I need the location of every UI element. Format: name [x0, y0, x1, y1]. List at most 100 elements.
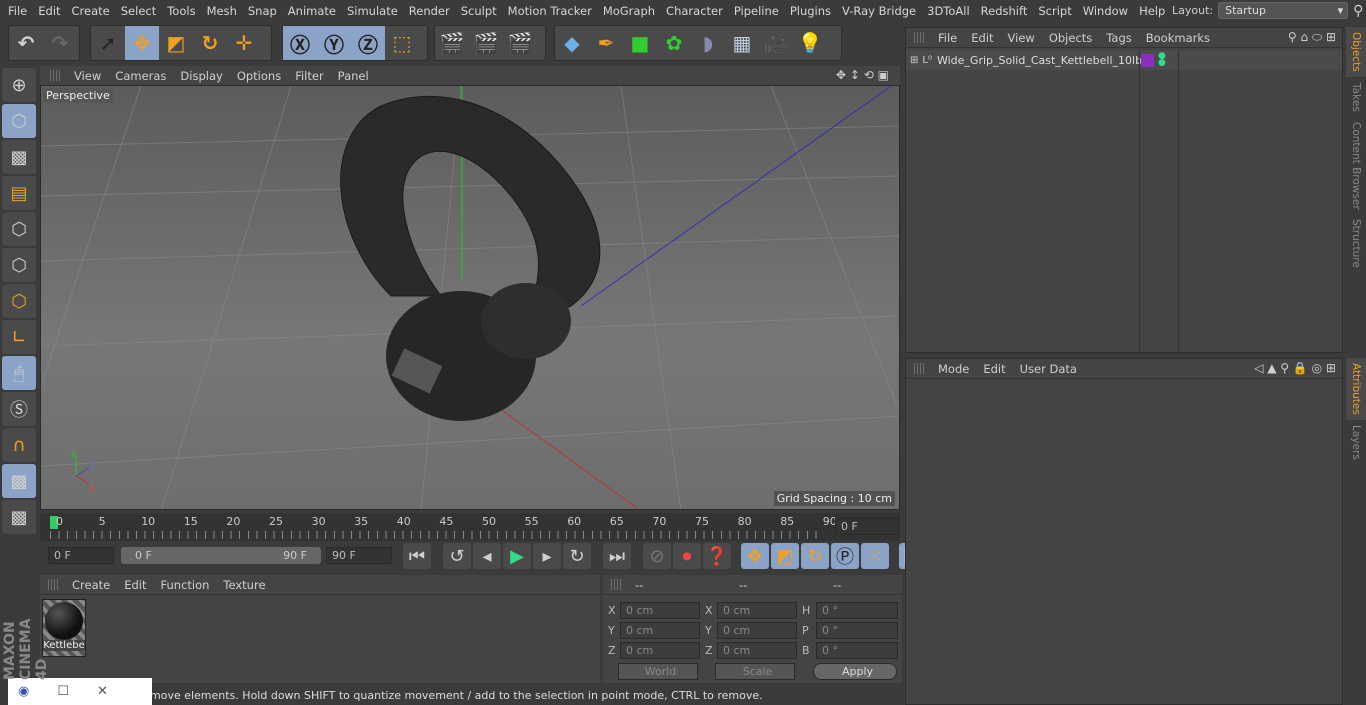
scale-tool-icon[interactable]: ◩: [159, 26, 193, 60]
materials-menu-function[interactable]: Function: [161, 578, 210, 592]
menu-sculpt[interactable]: Sculpt: [457, 4, 504, 18]
menu-edit[interactable]: Edit: [34, 4, 67, 18]
menu-v-ray-bridge[interactable]: V-Ray Bridge: [838, 4, 923, 18]
x-axis-icon[interactable]: Ⓧ: [283, 26, 317, 60]
menu-help[interactable]: Help: [1135, 4, 1172, 18]
undo-icon[interactable]: ↶: [9, 26, 43, 60]
object-row[interactable]: ⊞ L⁰ Wide_Grip_Solid_Cast_Kettlebell_10lb…: [906, 50, 1342, 70]
workplane-icon[interactable]: ▤: [2, 176, 36, 210]
menu-select[interactable]: Select: [117, 4, 163, 18]
menu-create[interactable]: Create: [68, 4, 117, 18]
key-position-icon[interactable]: ✥: [741, 543, 769, 569]
menu-animate[interactable]: Animate: [284, 4, 343, 18]
viewport-menu-panel[interactable]: Panel: [338, 69, 369, 83]
go-to-end-icon[interactable]: ⏭: [603, 543, 631, 569]
menu-window[interactable]: Window: [1079, 4, 1135, 18]
rotate-tool-icon[interactable]: ↻: [193, 26, 227, 60]
object-manager-icons[interactable]: ⚲ ⌂ ⬭ ⊞: [1288, 30, 1336, 45]
current-frame-field[interactable]: 0 F: [835, 518, 899, 535]
menu-simulate[interactable]: Simulate: [343, 4, 405, 18]
objects-menu-objects[interactable]: Objects: [1049, 31, 1092, 45]
menu-mograph[interactable]: MoGraph: [599, 4, 662, 18]
coord-field-z[interactable]: 0 cm: [620, 642, 700, 659]
viewport-menu-view[interactable]: View: [74, 69, 101, 83]
coord-field-y[interactable]: 0 cm: [717, 622, 797, 639]
tab-layers[interactable]: Layers: [1346, 422, 1366, 462]
tab-attributes[interactable]: Attributes: [1346, 358, 1366, 420]
expand-icon[interactable]: ⊞: [910, 55, 918, 66]
cinema4d-app-icon[interactable]: ◉: [18, 684, 29, 699]
model-mode-icon[interactable]: ⬡: [2, 104, 36, 138]
move-tool-icon[interactable]: ✥: [125, 26, 159, 60]
materials-menu-edit[interactable]: Edit: [124, 578, 146, 592]
attributes-menu-edit[interactable]: Edit: [983, 362, 1005, 376]
make-editable-icon[interactable]: ⊕: [2, 68, 36, 102]
objects-menu-view[interactable]: View: [1008, 31, 1035, 45]
tab-objects[interactable]: Objects: [1346, 27, 1366, 77]
key-rotation-icon[interactable]: ↻: [801, 543, 829, 569]
end-frame-field[interactable]: 90 F: [326, 547, 392, 564]
cube-icon[interactable]: ◆: [555, 26, 589, 60]
materials-menu-texture[interactable]: Texture: [223, 578, 265, 592]
viewport-nav-icons[interactable]: ✥ ↕ ⟲ ▣: [836, 68, 889, 82]
menu-render[interactable]: Render: [405, 4, 457, 18]
floor-icon[interactable]: ▦: [725, 26, 759, 60]
transform-tool-icon[interactable]: ✛: [227, 26, 261, 60]
timeline-ruler[interactable]: 0 5 10 15 20 25 30 35 40 45 50 55 60 65 70 75 80 85 90: [40, 513, 900, 541]
viewport-menu-cameras[interactable]: Cameras: [115, 69, 166, 83]
key-parameter-icon[interactable]: Ⓟ: [831, 543, 859, 569]
menu-pipeline[interactable]: Pipeline: [730, 4, 786, 18]
magnet-icon[interactable]: ∩: [2, 428, 36, 462]
select-tool-icon[interactable]: ➚: [91, 26, 125, 60]
snap-icon[interactable]: Ⓢ: [2, 392, 36, 426]
menu-character[interactable]: Character: [662, 4, 730, 18]
z-axis-icon[interactable]: Ⓩ: [351, 26, 385, 60]
play-icon[interactable]: ▶: [503, 543, 531, 569]
record-keys-icon[interactable]: ⊘: [643, 543, 671, 569]
coord-space-dropdown[interactable]: World: [618, 663, 698, 680]
y-axis-icon[interactable]: Ⓨ: [317, 26, 351, 60]
subdivision-icon[interactable]: ■: [623, 26, 657, 60]
render-picture-viewer-icon[interactable]: 🎬: [469, 26, 503, 60]
viewport-menu-display[interactable]: Display: [180, 69, 222, 83]
locked-workplane-icon[interactable]: ▩: [2, 464, 36, 498]
objects-menu-tags[interactable]: Tags: [1106, 31, 1131, 45]
coord-field-h[interactable]: 0 °: [816, 602, 898, 619]
visibility-dots-icon[interactable]: ● ●: [1158, 52, 1166, 68]
apply-button[interactable]: Apply: [813, 663, 897, 680]
menu-file[interactable]: File: [4, 4, 34, 18]
menu-script[interactable]: Script: [1034, 4, 1078, 18]
coord-field-x[interactable]: 0 cm: [717, 602, 797, 619]
go-to-start-icon[interactable]: ⏮: [403, 543, 431, 569]
tab-content-browser[interactable]: Content Browser: [1346, 118, 1366, 213]
menu-3dtoall[interactable]: 3DToAll: [923, 4, 977, 18]
coordinate-system-icon[interactable]: ⬚: [385, 26, 419, 60]
viewport-perspective[interactable]: y z x Perspective Grid Spacing : 10 cm: [40, 85, 900, 510]
viewport-menu-options[interactable]: Options: [237, 69, 281, 83]
start-frame-field[interactable]: 0 F: [48, 547, 114, 564]
attributes-menu-mode[interactable]: Mode: [938, 362, 969, 376]
deformer-icon[interactable]: ◗: [691, 26, 725, 60]
tweak-mode-icon[interactable]: 🖱: [2, 356, 36, 390]
coord-field-z[interactable]: 0 cm: [717, 642, 797, 659]
key-pla-icon[interactable]: ⁙: [861, 543, 889, 569]
planar-workplane-icon[interactable]: ▩: [2, 500, 36, 534]
close-icon[interactable]: ✕: [97, 684, 108, 699]
key-scale-icon[interactable]: ◩: [771, 543, 799, 569]
objects-menu-edit[interactable]: Edit: [971, 31, 993, 45]
redo-icon[interactable]: ↷: [43, 26, 77, 60]
material-kettlebell[interactable]: Kettlebe: [42, 599, 86, 657]
material-tag-icon[interactable]: [1140, 53, 1154, 67]
coord-mode-dropdown[interactable]: Scale: [715, 663, 795, 680]
autokey-icon[interactable]: ⏺: [673, 543, 701, 569]
keyframe-selection-icon[interactable]: ❓: [703, 543, 731, 569]
previous-key-icon[interactable]: ↺: [443, 543, 471, 569]
attributes-menu-user-data[interactable]: User Data: [1020, 362, 1077, 376]
tab-structure[interactable]: Structure: [1346, 216, 1366, 271]
previous-frame-icon[interactable]: ◂: [473, 543, 501, 569]
menu-mesh[interactable]: Mesh: [203, 4, 244, 18]
render-view-icon[interactable]: 🎬: [435, 26, 469, 60]
tab-takes[interactable]: Takes: [1346, 80, 1366, 115]
points-mode-icon[interactable]: ⬡: [2, 212, 36, 246]
axis-mode-icon[interactable]: ∟: [2, 320, 36, 354]
